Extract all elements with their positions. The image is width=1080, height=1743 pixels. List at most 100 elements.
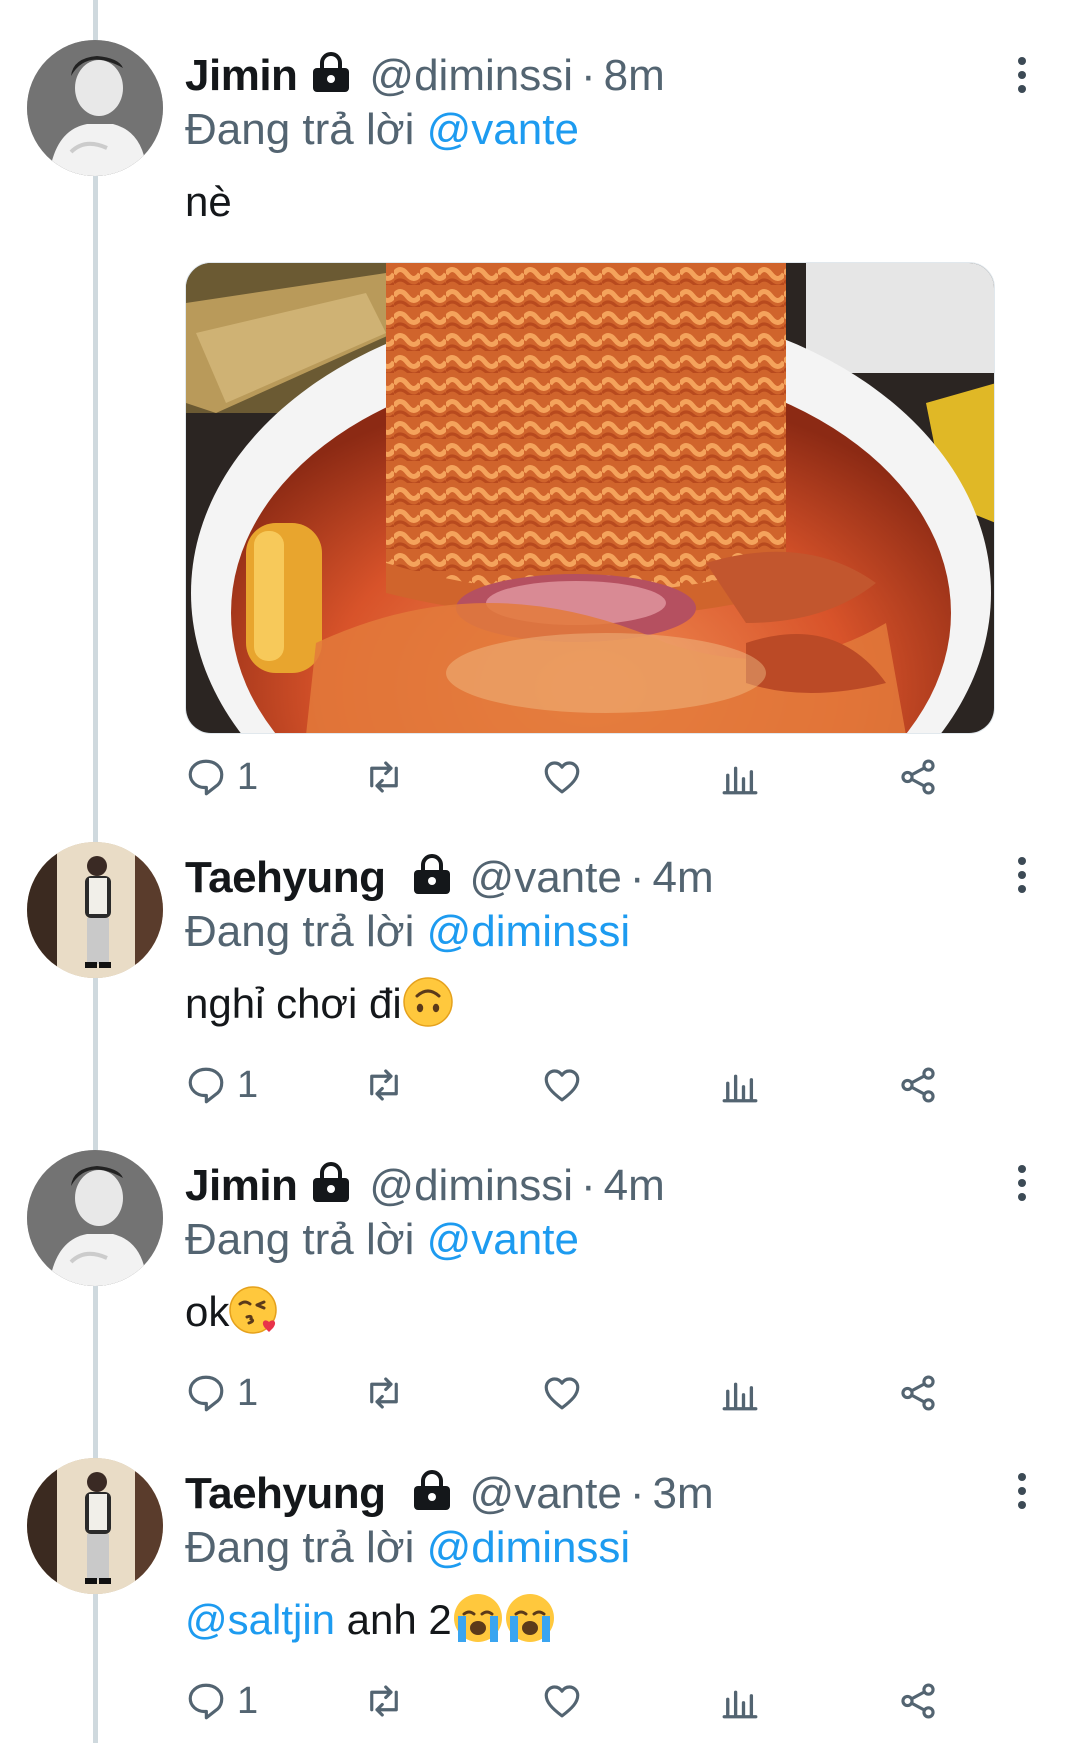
retweet-button[interactable]: [363, 1060, 405, 1110]
loudly-crying-face-emoji-icon: [505, 1594, 554, 1642]
share-icon: [901, 1375, 935, 1411]
view-stats-button[interactable]: [719, 752, 761, 802]
replying-to-mention[interactable]: @vante: [427, 1215, 579, 1264]
reply-button[interactable]: 1: [185, 752, 258, 802]
replying-to-mention[interactable]: @diminssi: [427, 907, 631, 956]
reply-button[interactable]: 1: [185, 1060, 258, 1110]
lock-icon: [309, 1160, 353, 1204]
tweet-text-content: nghỉ chơi đi: [185, 980, 402, 1027]
tweet-text: nghỉ chơi đi: [185, 976, 1020, 1032]
like-button[interactable]: [541, 1676, 583, 1726]
analytics-icon: [722, 1382, 758, 1411]
retweet-button[interactable]: [363, 752, 405, 802]
tweet-actions: 1: [185, 752, 965, 802]
replying-to-label: Đang trả lời: [185, 907, 415, 956]
tweet-media-image[interactable]: [185, 262, 995, 734]
analytics-icon: [722, 1074, 758, 1103]
author-name[interactable]: Jimin: [185, 1161, 298, 1211]
share-button[interactable]: [897, 1060, 939, 1110]
author-handle[interactable]: @vante: [470, 1469, 622, 1519]
replying-to-mention[interactable]: @vante: [427, 105, 579, 154]
tweet-actions: 1: [185, 1060, 965, 1110]
replying-to-line: Đang trả lời @diminssi: [185, 904, 1020, 960]
view-stats-button[interactable]: [719, 1676, 761, 1726]
reply-button[interactable]: 1: [185, 1368, 258, 1418]
avatar[interactable]: [27, 40, 163, 176]
more-options-icon[interactable]: [1012, 1162, 1032, 1202]
retweet-icon: [370, 1069, 398, 1101]
view-stats-button[interactable]: [719, 1060, 761, 1110]
share-icon: [901, 759, 935, 795]
view-stats-button[interactable]: [719, 1368, 761, 1418]
tweet-text: @saltjin anh 2: [185, 1592, 1020, 1648]
separator-dot: ·: [581, 1161, 596, 1210]
replying-to-line: Đang trả lời @vante: [185, 1212, 1020, 1268]
share-icon: [901, 1067, 935, 1103]
author-handle[interactable]: @vante: [470, 853, 622, 903]
avatar[interactable]: [27, 842, 163, 978]
tweet-text-content: ok: [185, 1288, 230, 1335]
separator-dot: ·: [629, 853, 645, 902]
like-button[interactable]: [541, 1368, 583, 1418]
replying-to-label: Đang trả lời: [185, 105, 415, 154]
author-handle[interactable]: @diminssi: [369, 51, 573, 101]
analytics-icon: [722, 1690, 758, 1719]
face-blowing-kiss-emoji-icon: [229, 1286, 278, 1334]
lock-icon: [309, 50, 353, 94]
reply-count: 1: [237, 1063, 259, 1106]
author-handle[interactable]: @diminssi: [369, 1161, 573, 1211]
heart-icon: [544, 1377, 580, 1410]
heart-icon: [544, 1069, 580, 1102]
reply-count: 1: [237, 755, 259, 798]
reply-count: 1: [237, 1371, 259, 1414]
share-button[interactable]: [897, 752, 939, 802]
timestamp[interactable]: 8m: [604, 51, 665, 101]
author-name[interactable]: Taehyung: [185, 853, 386, 903]
retweet-button[interactable]: [363, 1368, 405, 1418]
timestamp[interactable]: 4m: [653, 853, 714, 903]
timestamp[interactable]: 3m: [653, 1469, 714, 1519]
retweet-button[interactable]: [363, 1676, 405, 1726]
more-options-icon[interactable]: [1012, 854, 1032, 894]
upside-down-face-emoji-icon: [402, 977, 453, 1027]
tweet-actions: 1: [185, 1676, 965, 1726]
tweet-actions: 1: [185, 1368, 965, 1418]
reply-count: 1: [237, 1679, 259, 1722]
replying-to-mention[interactable]: @diminssi: [427, 1523, 631, 1572]
share-button[interactable]: [897, 1368, 939, 1418]
tweet-text: ok: [185, 1284, 1020, 1340]
timestamp[interactable]: 4m: [604, 1161, 665, 1211]
retweet-icon: [370, 1377, 398, 1409]
tweet-text: nè: [185, 174, 1020, 230]
like-button[interactable]: [541, 1060, 583, 1110]
replying-to-label: Đang trả lời: [185, 1215, 415, 1264]
separator-dot: ·: [581, 51, 596, 100]
share-button[interactable]: [897, 1676, 939, 1726]
tweet-text-content: nè: [185, 178, 232, 225]
heart-icon: [544, 761, 580, 794]
more-options-icon[interactable]: [1012, 54, 1032, 94]
reply-icon: [188, 1067, 224, 1104]
author-name[interactable]: Taehyung: [185, 1469, 386, 1519]
lock-icon: [410, 1468, 454, 1512]
heart-icon: [544, 1685, 580, 1718]
more-options-icon[interactable]: [1012, 1470, 1032, 1510]
retweet-icon: [370, 761, 398, 793]
reply-button[interactable]: 1: [185, 1676, 258, 1726]
avatar[interactable]: [27, 1458, 163, 1594]
share-icon: [901, 1683, 935, 1719]
analytics-icon: [722, 766, 758, 795]
tweet-text-content: anh 2: [335, 1596, 452, 1643]
author-name[interactable]: Jimin: [185, 51, 298, 101]
reply-icon: [188, 759, 224, 796]
replying-to-line: Đang trả lời @diminssi: [185, 1520, 1020, 1576]
tweet-text-mention[interactable]: @saltjin: [185, 1596, 335, 1643]
loudly-crying-face-emoji-icon: [453, 1594, 502, 1642]
retweet-icon: [370, 1685, 398, 1717]
replying-to-label: Đang trả lời: [185, 1523, 415, 1572]
lock-icon: [410, 852, 454, 896]
separator-dot: ·: [629, 1469, 645, 1518]
reply-icon: [188, 1683, 224, 1720]
like-button[interactable]: [541, 752, 583, 802]
avatar[interactable]: [27, 1150, 163, 1286]
